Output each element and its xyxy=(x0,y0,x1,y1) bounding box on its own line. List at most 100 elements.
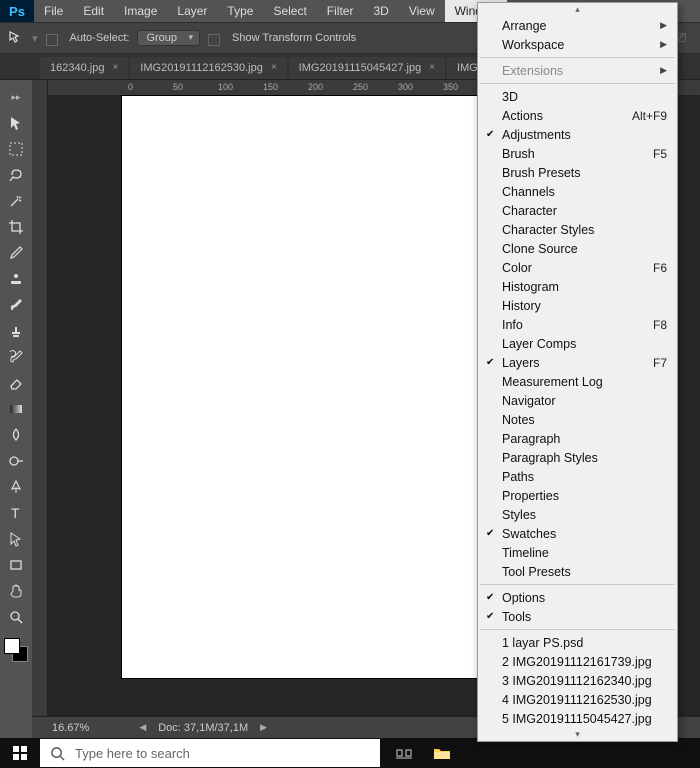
menu-item-tool-presets[interactable]: Tool Presets xyxy=(478,562,677,581)
menu-item-character[interactable]: Character xyxy=(478,201,677,220)
menu-item-3-img20191112162340-jpg[interactable]: 3 IMG20191112162340.jpg xyxy=(478,671,677,690)
menu-item-tools[interactable]: ✔Tools xyxy=(478,607,677,626)
path-select-tool[interactable] xyxy=(3,526,29,552)
foreground-color[interactable] xyxy=(4,638,20,654)
brush-tool[interactable] xyxy=(3,292,29,318)
auto-select-checkbox[interactable] xyxy=(46,34,58,46)
menu-item-3d[interactable]: 3D xyxy=(478,87,677,106)
color-swatch[interactable] xyxy=(4,638,28,662)
menu-item-history[interactable]: History xyxy=(478,296,677,315)
menu-item-paragraph[interactable]: Paragraph xyxy=(478,429,677,448)
taskbar-search[interactable]: Type here to search xyxy=(40,739,380,767)
lasso-tool[interactable] xyxy=(3,162,29,188)
type-tool[interactable]: T xyxy=(3,500,29,526)
menu-item-channels[interactable]: Channels xyxy=(478,182,677,201)
menu-item-options[interactable]: ✔Options xyxy=(478,588,677,607)
menu-item-histogram[interactable]: Histogram xyxy=(478,277,677,296)
menu-item-notes[interactable]: Notes xyxy=(478,410,677,429)
menu-view[interactable]: View xyxy=(399,0,445,22)
menu-item-brush[interactable]: BrushF5 xyxy=(478,144,677,163)
menu-item-adjustments[interactable]: ✔Adjustments xyxy=(478,125,677,144)
rectangle-tool[interactable] xyxy=(3,552,29,578)
status-prev-icon[interactable]: ◀ xyxy=(139,722,146,733)
menu-item-1-layar-ps-psd[interactable]: 1 layar PS.psd xyxy=(478,633,677,652)
menu-item-paths[interactable]: Paths xyxy=(478,467,677,486)
menu-file[interactable]: File xyxy=(34,0,73,22)
file-explorer-icon[interactable] xyxy=(428,739,456,767)
menu-item-styles[interactable]: Styles xyxy=(478,505,677,524)
status-next-icon[interactable]: ▶ xyxy=(260,722,267,733)
menu-item-label: Measurement Log xyxy=(502,375,603,389)
menu-item-info[interactable]: InfoF8 xyxy=(478,315,677,334)
close-icon[interactable]: × xyxy=(271,57,277,79)
toolbar-expand-icon[interactable]: ▸▸ xyxy=(3,84,29,110)
menu-separator xyxy=(480,584,675,585)
blur-tool[interactable] xyxy=(3,422,29,448)
menu-item-swatches[interactable]: ✔Swatches xyxy=(478,524,677,543)
menu-item-4-img20191112162530-jpg[interactable]: 4 IMG20191112162530.jpg xyxy=(478,690,677,709)
document-tab[interactable]: IMG20191112162530.jpg× xyxy=(130,57,286,79)
menu-scroll-down-icon[interactable]: ▾ xyxy=(478,728,677,741)
menu-item-workspace[interactable]: Workspace ▶ xyxy=(478,35,677,54)
submenu-icon: ▶ xyxy=(660,20,667,31)
shortcut-label: F6 xyxy=(653,261,667,275)
menu-item-2-img20191112161739-jpg[interactable]: 2 IMG20191112161739.jpg xyxy=(478,652,677,671)
menu-layer[interactable]: Layer xyxy=(167,0,217,22)
menu-3d[interactable]: 3D xyxy=(363,0,398,22)
document-tab[interactable]: 162340.jpg× xyxy=(40,57,128,79)
menu-filter[interactable]: Filter xyxy=(317,0,364,22)
magic-wand-tool[interactable] xyxy=(3,188,29,214)
submenu-icon: ▶ xyxy=(660,39,667,50)
eyedropper-tool[interactable] xyxy=(3,240,29,266)
menu-item-navigator[interactable]: Navigator xyxy=(478,391,677,410)
task-view-icon[interactable] xyxy=(390,739,418,767)
zoom-tool[interactable] xyxy=(3,604,29,630)
hand-tool[interactable] xyxy=(3,578,29,604)
dodge-tool[interactable] xyxy=(3,448,29,474)
move-tool[interactable] xyxy=(3,110,29,136)
document-tab[interactable]: IMG20191115045427.jpg × xyxy=(289,57,445,79)
search-placeholder: Type here to search xyxy=(75,746,190,761)
pen-tool[interactable] xyxy=(3,474,29,500)
show-transform-checkbox[interactable] xyxy=(208,34,220,46)
menu-edit[interactable]: Edit xyxy=(73,0,114,22)
close-icon[interactable]: × xyxy=(429,57,435,79)
menu-scroll-up-icon[interactable]: ▴ xyxy=(478,3,677,16)
history-brush-tool[interactable] xyxy=(3,344,29,370)
menu-type[interactable]: Type xyxy=(217,0,263,22)
menu-item-arrange[interactable]: Arrange▶ xyxy=(478,16,677,35)
menu-item-color[interactable]: ColorF6 xyxy=(478,258,677,277)
eraser-tool[interactable] xyxy=(3,370,29,396)
menu-item-label: Actions xyxy=(502,109,543,123)
menu-item-character-styles[interactable]: Character Styles xyxy=(478,220,677,239)
crop-tool[interactable] xyxy=(3,214,29,240)
menu-item-label: 3 IMG20191112162340.jpg xyxy=(502,674,652,688)
menu-item-label: Workspace xyxy=(502,38,564,52)
menu-image[interactable]: Image xyxy=(114,0,167,22)
close-icon[interactable]: × xyxy=(112,57,118,79)
auto-select-mode[interactable]: Group xyxy=(137,30,200,46)
canvas[interactable] xyxy=(122,96,482,678)
menu-select[interactable]: Select xyxy=(263,0,316,22)
zoom-level[interactable]: 16.67% xyxy=(52,722,89,734)
tab-label: IMG20191115045427.jpg xyxy=(299,57,422,79)
spot-heal-tool[interactable] xyxy=(3,266,29,292)
menu-item-label: Channels xyxy=(502,185,555,199)
stamp-tool[interactable] xyxy=(3,318,29,344)
menu-item-clone-source[interactable]: Clone Source xyxy=(478,239,677,258)
menu-item-paragraph-styles[interactable]: Paragraph Styles xyxy=(478,448,677,467)
menu-item-timeline[interactable]: Timeline xyxy=(478,543,677,562)
menu-item-label: Character Styles xyxy=(502,223,594,237)
menu-item-layer-comps[interactable]: Layer Comps xyxy=(478,334,677,353)
menu-item-brush-presets[interactable]: Brush Presets xyxy=(478,163,677,182)
marquee-tool[interactable] xyxy=(3,136,29,162)
gradient-tool[interactable] xyxy=(3,396,29,422)
menu-item-properties[interactable]: Properties xyxy=(478,486,677,505)
menu-item-actions[interactable]: ActionsAlt+F9 xyxy=(478,106,677,125)
menu-item-label: 5 IMG20191115045427.jpg xyxy=(502,712,652,726)
menu-item-label: Tools xyxy=(502,610,531,624)
menu-item-measurement-log[interactable]: Measurement Log xyxy=(478,372,677,391)
menu-item-5-img20191115045427-jpg[interactable]: 5 IMG20191115045427.jpg xyxy=(478,709,677,728)
menu-item-layers[interactable]: ✔LayersF7 xyxy=(478,353,677,372)
start-button[interactable] xyxy=(0,738,40,768)
